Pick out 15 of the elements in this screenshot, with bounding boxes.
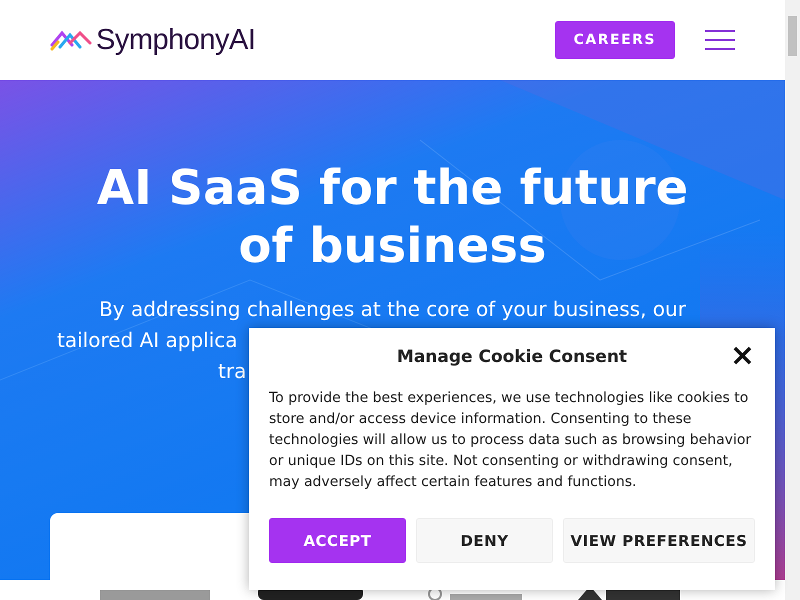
accept-button[interactable]: ACCEPT (269, 518, 406, 563)
hero-subtitle: tra (218, 359, 246, 383)
choice-button[interactable]: VIEW PREFERENCES (563, 518, 755, 563)
menu-icon[interactable] (705, 30, 735, 50)
hero-title: AI SaaS for the future of business (96, 159, 690, 275)
hero-subtitle: By addressing challenges at the core of your business, our (99, 297, 686, 321)
choice-button[interactable]: DENY (416, 518, 553, 563)
hero-subtitle: tailored AI applica (57, 328, 238, 352)
careers-button[interactable]: CAREERS (554, 21, 675, 59)
scrollbar[interactable] (785, 0, 800, 600)
close-button[interactable]: × (730, 344, 755, 368)
logo-icon (50, 29, 92, 51)
dialog-title: Manage Cookie Consent (396, 347, 628, 367)
consent-text: To provide the best experiences, we use technologies like cookies to store and/or access device information. Consenting to these technologies will allow us to process data such as browsing behavior or unique IDs on this site. Not consenting or withdrawing consent, may adversely affect certain features and functions. (269, 389, 752, 492)
logo-text[interactable]: SymphonyAI (96, 24, 256, 56)
